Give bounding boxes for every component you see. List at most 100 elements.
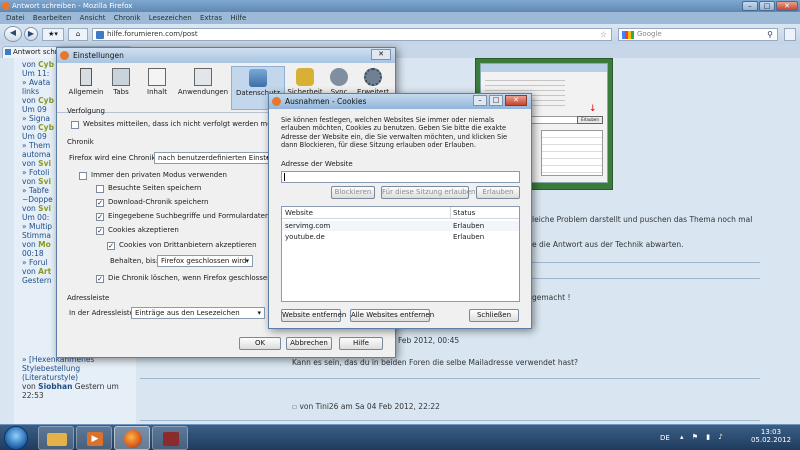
- menu-extras[interactable]: Extras: [200, 14, 222, 22]
- tab-anwendungen[interactable]: Anwendungen: [175, 66, 231, 110]
- close-button[interactable]: ✕: [776, 1, 798, 11]
- menu-ansicht[interactable]: Ansicht: [80, 14, 106, 22]
- close-button[interactable]: Schließen: [469, 309, 519, 322]
- menu-datei[interactable]: Datei: [6, 14, 25, 22]
- sidebar-last-user[interactable]: Siobhan: [38, 382, 72, 391]
- sidebar-item-text: » Avata: [22, 78, 51, 87]
- behalten-label: Behalten, bis:: [110, 257, 159, 265]
- menu-lesezeichen[interactable]: Lesezeichen: [149, 14, 192, 22]
- explorer-icon[interactable]: [38, 426, 74, 450]
- sidebar-item-text: Um 09: [22, 132, 47, 141]
- post-image-titlebar: [481, 64, 607, 72]
- url-bar[interactable]: hilfe.forumieren.com/post ☆: [92, 28, 612, 41]
- hilfe-button[interactable]: Hilfe: [339, 337, 383, 350]
- drittanbieter-checkbox[interactable]: ✓: [107, 242, 115, 250]
- dnt-checkbox[interactable]: [71, 121, 79, 129]
- sidebar-item-user[interactable]: Mo: [38, 240, 51, 249]
- menu-chronik[interactable]: Chronik: [114, 14, 141, 22]
- chronik-select[interactable]: nach benutzerdefinierten Einstellung: [154, 152, 288, 164]
- text-cursor: [284, 173, 285, 181]
- post-meta-2: ▫ von Tini26 am Sa 04 Feb 2012, 22:22: [292, 402, 440, 411]
- sidebar-item-text: automa: [22, 150, 51, 159]
- phone-icon: [80, 68, 92, 86]
- tab-tabs[interactable]: Tabs: [101, 66, 141, 110]
- language-indicator[interactable]: DE: [660, 434, 670, 442]
- menu-bearbeiten[interactable]: Bearbeiten: [33, 14, 71, 22]
- sidebar-item-text: 00:18: [22, 249, 44, 258]
- verfolgung-heading: Verfolgung: [67, 107, 105, 115]
- sites-table: Website Status servimg.com Erlauben yout…: [281, 206, 520, 302]
- clock-time: 13:03: [760, 428, 782, 436]
- app-icon[interactable]: [152, 426, 188, 450]
- addon-icon[interactable]: [784, 28, 796, 41]
- maximize-button[interactable]: □: [759, 1, 775, 11]
- close-icon[interactable]: ✕: [371, 49, 391, 60]
- tab-inhalt[interactable]: Inhalt: [137, 66, 177, 110]
- col-status[interactable]: Status: [453, 209, 475, 217]
- adressleiste-select[interactable]: Einträge aus den Lesezeichen: [131, 307, 265, 319]
- private-label: Immer den privaten Modus verwenden: [91, 171, 227, 179]
- private-checkbox[interactable]: [79, 172, 87, 180]
- col-separator: [450, 207, 451, 219]
- besuchte-checkbox[interactable]: [96, 185, 104, 193]
- applications-icon: [194, 68, 212, 86]
- home-icon[interactable]: ⌂: [68, 28, 88, 41]
- sidebar-item-text: » Fotoli: [22, 168, 50, 177]
- back-icon[interactable]: ◀: [4, 26, 22, 42]
- loeschen-checkbox[interactable]: ✓: [96, 275, 104, 283]
- remove-site-button[interactable]: Website entfernen: [281, 309, 346, 322]
- behalten-select[interactable]: Firefox geschlossen wird: [157, 255, 253, 267]
- allow-button[interactable]: Erlauben: [476, 186, 520, 199]
- table-row[interactable]: youtube.de Erlauben: [282, 232, 519, 242]
- suchbegriffe-checkbox[interactable]: ✓: [96, 213, 104, 221]
- media-player-icon[interactable]: ▶: [76, 426, 112, 450]
- sidebar-last-time2: 22:53: [22, 391, 44, 400]
- search-input[interactable]: Google ⚲: [618, 28, 778, 41]
- tray-icons[interactable]: ▴ ⚑ ▮ ♪: [680, 433, 726, 441]
- sidebar-item-user[interactable]: Svi: [38, 177, 51, 186]
- search-icon[interactable]: ⚲: [767, 29, 773, 40]
- download-checkbox[interactable]: ✓: [96, 199, 104, 207]
- sidebar-item-user[interactable]: Cyb: [38, 60, 54, 69]
- search-placeholder: Google: [637, 30, 662, 38]
- col-website[interactable]: Website: [285, 209, 313, 217]
- sidebar-item-user[interactable]: Svi: [38, 204, 51, 213]
- clock[interactable]: 13:03 05.02.2012: [748, 428, 794, 444]
- tab-allgemein-label: Allgemein: [68, 88, 104, 96]
- cookies-description: Sie können festlegen, welchen Websites S…: [281, 116, 508, 149]
- table-row[interactable]: servimg.com Erlauben: [282, 221, 519, 231]
- dnt-label: Websites mitteilen, dass ich nicht verfo…: [83, 120, 287, 128]
- sidebar-item-user[interactable]: Svi: [38, 159, 51, 168]
- sidebar-item-user[interactable]: Cyb: [38, 123, 54, 132]
- sidebar-last-item[interactable]: » [Hexenkahmenes Stylebestellung (Litera…: [22, 355, 142, 400]
- sidebar-item-text: von: [22, 60, 39, 69]
- abbrechen-button[interactable]: Abbrechen: [286, 337, 332, 350]
- bookmark-star-icon[interactable]: ☆: [600, 29, 607, 40]
- taskbar: ▶ DE ▴ ⚑ ▮ ♪ 13:03 05.02.2012: [0, 424, 800, 450]
- cookies-checkbox[interactable]: ✓: [96, 227, 104, 235]
- minimize-icon[interactable]: –: [473, 95, 487, 106]
- ok-button[interactable]: OK: [239, 337, 281, 350]
- sidebar-item-text: von: [22, 96, 39, 105]
- sidebar-item-user[interactable]: Cyb: [38, 96, 54, 105]
- loeschen-label: Die Chronik löschen, wenn Firefox geschl…: [108, 274, 289, 282]
- sidebar-item-text: von: [22, 159, 39, 168]
- maximize-icon[interactable]: □: [489, 95, 503, 106]
- sidebar-item-user[interactable]: Art: [38, 267, 51, 276]
- close-icon[interactable]: ✕: [505, 95, 527, 106]
- forward-icon[interactable]: ▶: [24, 27, 38, 41]
- start-button[interactable]: [4, 426, 28, 450]
- sidebar-item-text: » Tabfe: [22, 186, 49, 195]
- menu-hilfe[interactable]: Hilfe: [230, 14, 246, 22]
- sidebar-item-text: von: [22, 204, 39, 213]
- session-allow-button[interactable]: Für diese Sitzung erlauben: [381, 186, 475, 199]
- bookmarks-icon[interactable]: ★▾: [42, 28, 64, 41]
- remove-all-sites-button[interactable]: Alle Websites entfernen: [350, 309, 434, 322]
- block-button[interactable]: Blockieren: [331, 186, 375, 199]
- address-input[interactable]: [281, 171, 520, 183]
- in-der-adressleiste-label: In der Adressleiste: [69, 309, 134, 317]
- minimize-button[interactable]: –: [742, 1, 758, 11]
- sidebar-item-text: » Them: [22, 141, 51, 150]
- document-icon: [148, 68, 166, 86]
- firefox-taskbar-icon[interactable]: [114, 426, 150, 450]
